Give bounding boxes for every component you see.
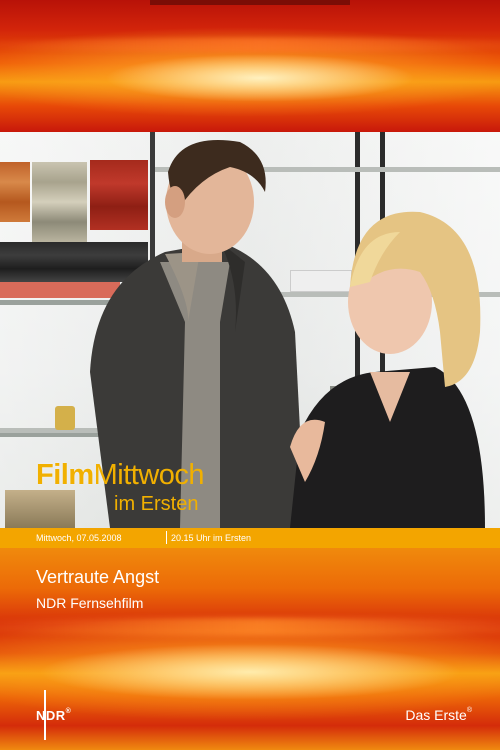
- top-color-band: [0, 0, 500, 132]
- das-erste-text: Das Erste: [405, 707, 467, 723]
- ndr-registered-mark: ®: [65, 708, 72, 715]
- books-stack: [5, 490, 75, 528]
- logo-mittwoch-text: Mittwoch: [93, 459, 205, 491]
- woman-figure: [290, 211, 485, 528]
- ndr-logo-text: NDR: [36, 708, 66, 723]
- das-erste-registered-mark: ®: [466, 707, 472, 714]
- broadcast-date: Mittwoch, 07.05.2008: [36, 533, 122, 543]
- top-edge-accent: [150, 0, 350, 5]
- light-streak: [0, 618, 500, 636]
- light-streak: [0, 38, 500, 52]
- film-title: Vertraute Angst: [36, 567, 160, 587]
- das-erste-logo: Das Erste®: [405, 707, 472, 723]
- filmmittwoch-logo: FilmMittwoch im Ersten: [36, 459, 205, 515]
- broadcast-date-strip: Mittwoch, 07.05.2008 20.15 Uhr im Ersten: [0, 528, 500, 548]
- divider: [166, 531, 167, 544]
- fabric-stack: [0, 162, 30, 222]
- broadcast-time: 20.15 Uhr im Ersten: [171, 533, 252, 543]
- ndr-logo: NDR®: [36, 708, 71, 723]
- logo-subtitle: im Ersten: [114, 493, 199, 515]
- film-subtitle: NDR Fernsehfilm: [36, 595, 144, 611]
- logo-film-text: Film: [36, 459, 94, 491]
